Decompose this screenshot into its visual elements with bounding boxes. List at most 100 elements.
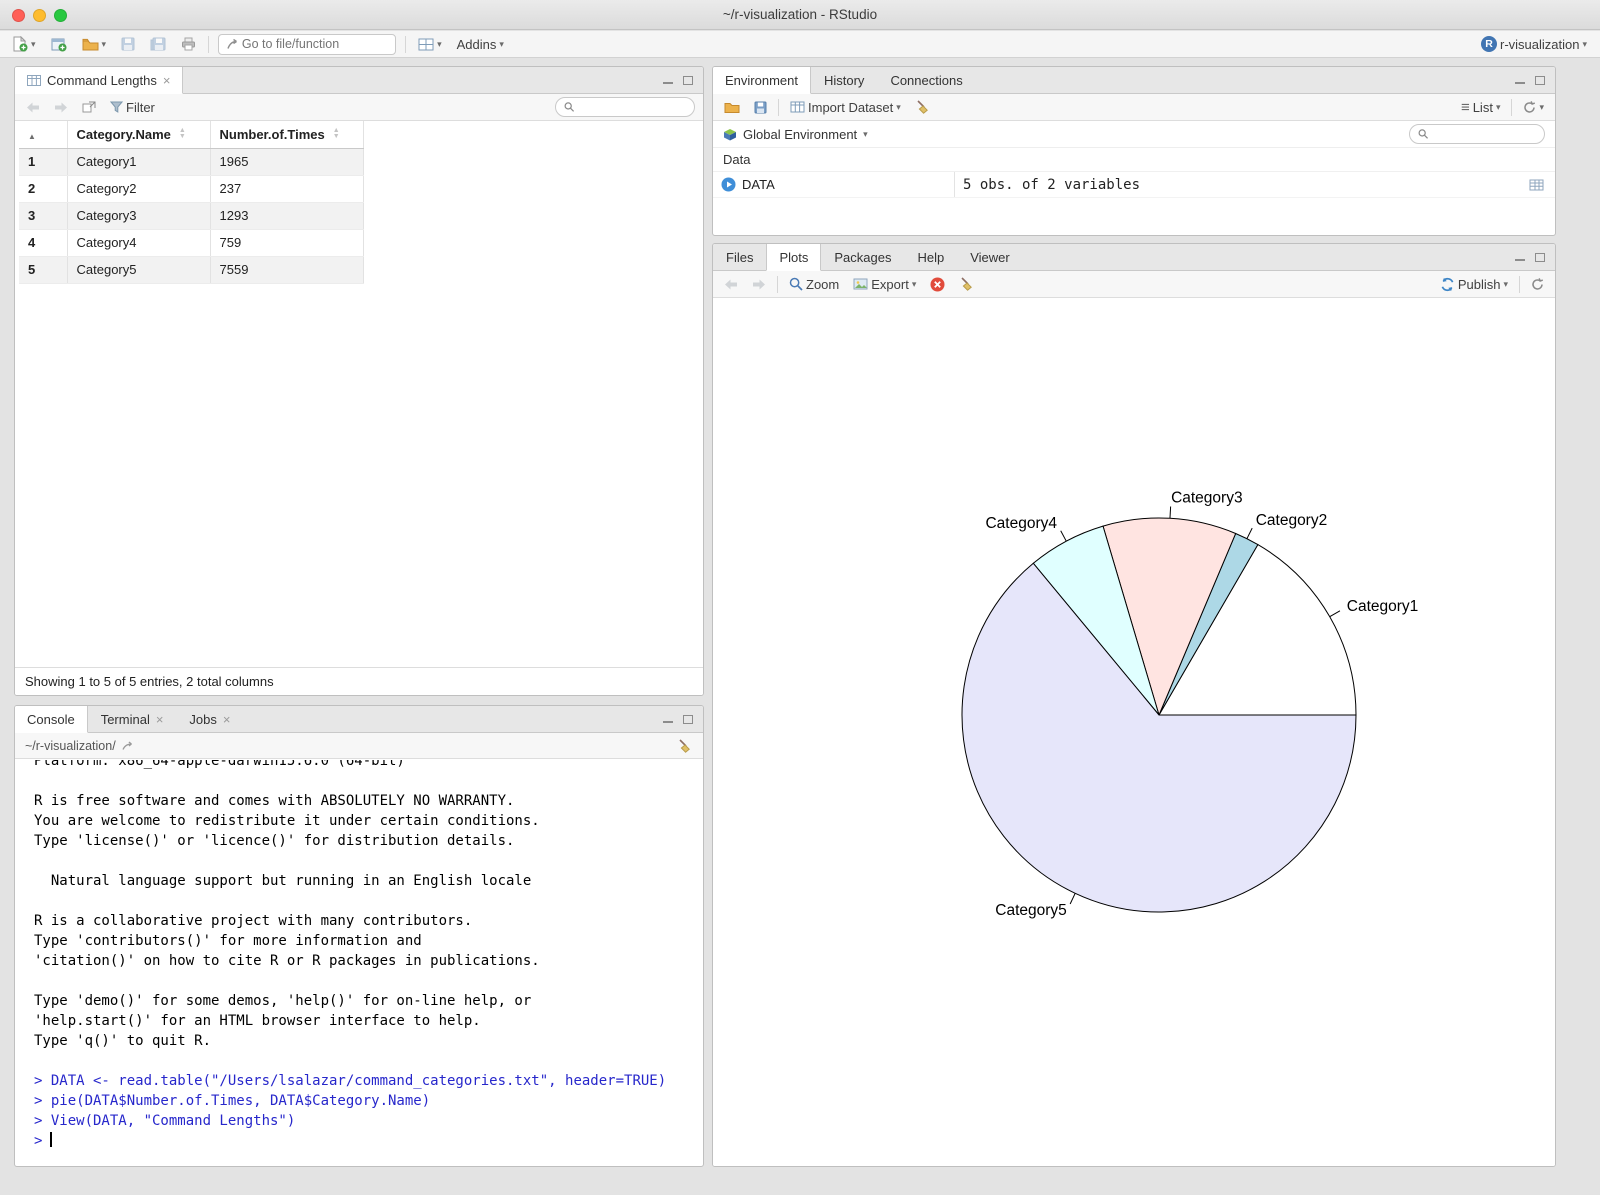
project-menu-button[interactable]: R r-visualization ▾ bbox=[1478, 34, 1590, 54]
tab-terminal[interactable]: Terminal × bbox=[88, 706, 177, 732]
save-button[interactable] bbox=[118, 35, 138, 53]
tab-console[interactable]: Console bbox=[15, 706, 88, 733]
goto-file-box[interactable] bbox=[218, 33, 397, 55]
tab-connections[interactable]: Connections bbox=[877, 67, 975, 93]
import-dataset-button[interactable]: Import Dataset ▾ bbox=[787, 98, 904, 117]
pie-label-Category2: Category2 bbox=[1256, 512, 1328, 529]
minimize-pane-icon[interactable] bbox=[1515, 76, 1525, 84]
table-row[interactable]: 3 Category3 1293 bbox=[19, 202, 364, 230]
publish-label: Publish bbox=[1457, 276, 1501, 292]
clear-environment-broom-icon[interactable] bbox=[912, 98, 934, 116]
plots-pane: Files Plots Packages Help Viewer Zoom Ex… bbox=[712, 243, 1556, 1167]
maximize-pane-icon[interactable] bbox=[683, 714, 693, 724]
pane-layout-button[interactable]: ▾ bbox=[415, 36, 445, 53]
load-workspace-button[interactable] bbox=[721, 99, 743, 115]
tab-help[interactable]: Help bbox=[904, 244, 957, 270]
next-plot-button[interactable] bbox=[749, 277, 769, 292]
remove-plot-button[interactable] bbox=[927, 275, 948, 294]
tab-files[interactable]: Files bbox=[713, 244, 766, 270]
chevron-down-icon: ▾ bbox=[1539, 101, 1544, 112]
console-output-line: R is a collaborative project with many c… bbox=[34, 913, 473, 929]
refresh-environment-button[interactable]: ▾ bbox=[1520, 99, 1547, 116]
filter-button[interactable]: Filter bbox=[107, 98, 158, 117]
close-tab-icon[interactable]: × bbox=[156, 713, 164, 726]
maximize-pane-icon[interactable] bbox=[683, 75, 693, 85]
pie-label-Category4: Category4 bbox=[985, 515, 1057, 532]
tab-command-lengths[interactable]: Command Lengths × bbox=[15, 67, 184, 94]
list-view-icon: ≡ bbox=[1460, 98, 1470, 116]
sort-arrows-icon: ▲ ▼ bbox=[178, 127, 186, 141]
tab-history[interactable]: History bbox=[811, 67, 877, 93]
console-scrollback: Platform: x86_64-apple-darwin15.6.0 (64-… bbox=[34, 760, 703, 1151]
environment-search-box[interactable] bbox=[1409, 124, 1545, 144]
text-cursor[interactable] bbox=[50, 1132, 52, 1147]
environment-search-input[interactable] bbox=[1433, 127, 1536, 141]
project-name-label: r-visualization bbox=[1499, 36, 1580, 52]
addins-button[interactable]: Addins ▾ bbox=[454, 35, 507, 54]
table-search-input[interactable] bbox=[579, 100, 686, 114]
data-viewer-toolbar: Filter bbox=[15, 94, 703, 121]
close-tab-icon[interactable]: × bbox=[223, 713, 231, 726]
table-row[interactable]: 1 Category1 1965 bbox=[19, 148, 364, 176]
goto-file-input[interactable] bbox=[241, 37, 389, 51]
expand-object-icon[interactable] bbox=[721, 177, 736, 192]
clear-all-plots-broom-icon[interactable] bbox=[956, 275, 978, 293]
publish-plot-button[interactable]: Publish ▾ bbox=[1437, 275, 1511, 294]
print-button[interactable] bbox=[178, 35, 199, 53]
table-cell: Category3 bbox=[67, 202, 211, 230]
clear-console-broom-icon[interactable] bbox=[677, 738, 693, 753]
column-header-number-of-times[interactable]: Number.of.Times ▲ ▼ bbox=[210, 121, 364, 149]
tab-viewer[interactable]: Viewer bbox=[957, 244, 1023, 270]
column-header-category-name[interactable]: Category.Name ▲ ▼ bbox=[67, 121, 211, 149]
print-icon bbox=[182, 37, 196, 51]
minimize-pane-icon[interactable] bbox=[663, 715, 673, 723]
open-file-button[interactable]: ▾ bbox=[79, 36, 110, 53]
object-value: 5 obs. of 2 variables bbox=[954, 172, 1526, 197]
zoom-plot-button[interactable]: Zoom bbox=[786, 275, 842, 294]
index-column-header[interactable]: ▲ bbox=[19, 121, 68, 149]
table-row[interactable]: 4 Category4 759 bbox=[19, 229, 364, 257]
console-output[interactable]: Platform: x86_64-apple-darwin15.6.0 (64-… bbox=[15, 760, 703, 1166]
previous-plot-button[interactable] bbox=[721, 277, 741, 292]
close-window-button[interactable] bbox=[12, 9, 25, 22]
tab-packages[interactable]: Packages bbox=[821, 244, 904, 270]
publish-icon bbox=[1441, 277, 1454, 291]
tab-environment[interactable]: Environment bbox=[713, 67, 811, 94]
maximize-pane-icon[interactable] bbox=[1535, 75, 1545, 85]
global-environment-icon bbox=[724, 128, 736, 140]
data-table-body: 1 Category1 1965 2 Category2 237 3 Category3 129… bbox=[19, 148, 364, 284]
table-row[interactable]: 2 Category2 237 bbox=[19, 175, 364, 203]
close-tab-icon[interactable]: × bbox=[163, 74, 171, 87]
open-in-new-window-button[interactable] bbox=[79, 99, 99, 115]
save-all-button[interactable] bbox=[147, 35, 169, 53]
nav-back-button[interactable] bbox=[23, 100, 43, 115]
minimize-window-button[interactable] bbox=[33, 9, 46, 22]
nav-forward-button[interactable] bbox=[51, 100, 71, 115]
zoom-window-button[interactable] bbox=[54, 9, 67, 22]
tab-plots[interactable]: Plots bbox=[766, 244, 822, 271]
console-input-line: > DATA <- read.table("/Users/lsalazar/co… bbox=[34, 1073, 667, 1089]
environment-object-row[interactable]: DATA 5 obs. of 2 variables bbox=[713, 172, 1555, 198]
tab-jobs[interactable]: Jobs × bbox=[176, 706, 243, 732]
table-row[interactable]: 5 Category5 7559 bbox=[19, 256, 364, 284]
new-file-button[interactable]: ▾ bbox=[10, 34, 39, 54]
export-plot-button[interactable]: Export ▾ bbox=[850, 275, 919, 294]
environment-view-mode-button[interactable]: ≡ List ▾ bbox=[1458, 98, 1504, 117]
plots-toolbar: Zoom Export ▾ Publish ▾ bbox=[713, 271, 1555, 298]
minimize-pane-icon[interactable] bbox=[663, 76, 673, 84]
pie-chart: Category1 Category2 Category3 Category4 Cate… bbox=[961, 490, 1418, 919]
environment-scope-label[interactable]: Global Environment bbox=[743, 127, 857, 142]
view-object-button[interactable] bbox=[1526, 177, 1547, 193]
maximize-pane-icon[interactable] bbox=[1535, 252, 1545, 262]
goto-directory-icon[interactable] bbox=[122, 740, 135, 751]
refresh-plot-button[interactable] bbox=[1528, 276, 1547, 293]
r-project-icon: R bbox=[1480, 36, 1497, 52]
save-workspace-button[interactable] bbox=[751, 99, 770, 116]
table-search-box[interactable] bbox=[555, 97, 695, 117]
save-all-icon bbox=[150, 37, 166, 51]
chevron-down-icon: ▾ bbox=[31, 38, 36, 49]
console-output-line: 'citation()' on how to cite R or R packa… bbox=[34, 953, 540, 969]
new-project-button[interactable] bbox=[48, 35, 70, 54]
minimize-pane-icon[interactable] bbox=[1515, 253, 1525, 261]
